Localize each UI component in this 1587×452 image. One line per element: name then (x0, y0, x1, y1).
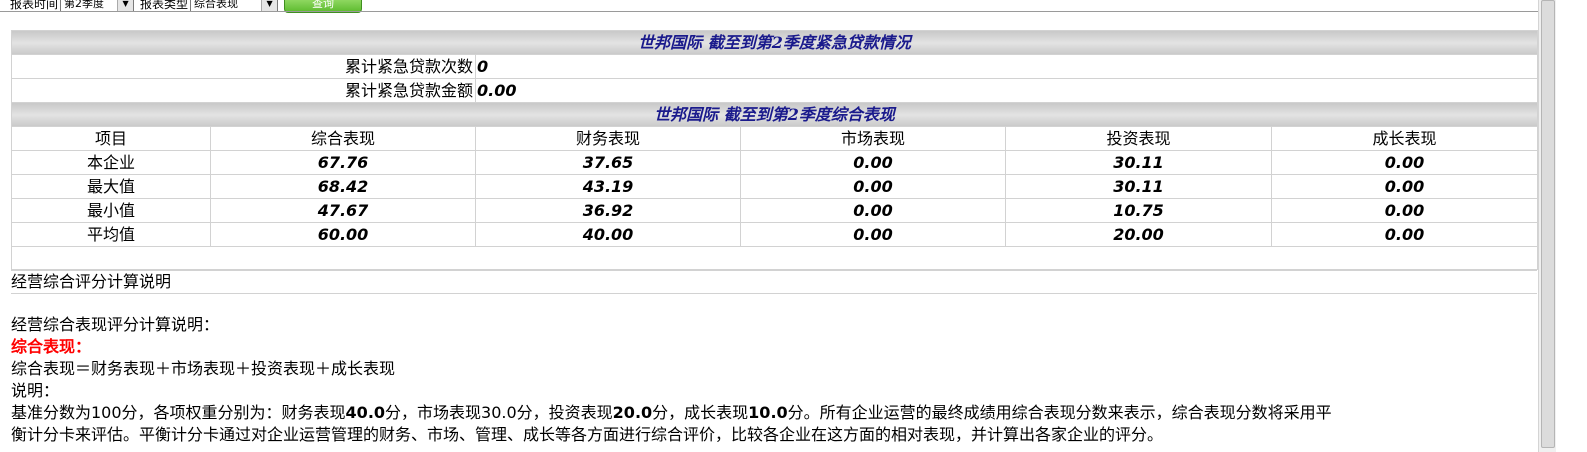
column-header: 投资表现 (1005, 126, 1272, 151)
explanation-heading: 经营综合表现评分计算说明： (11, 315, 220, 334)
column-header: 市场表现 (740, 126, 1006, 151)
divider (0, 11, 1538, 12)
table-cell: 10.75 (1005, 198, 1272, 223)
chevron-down-icon[interactable]: ▼ (261, 0, 278, 11)
formula: 综合表现＝财务表现＋市场表现＋投资表现＋成长表现 (11, 359, 396, 378)
table-cell: 43.19 (475, 174, 741, 199)
term-line: 综合表现： (11, 336, 1537, 358)
emergency-loan-title: 世邦国际 截至到第2季度紧急贷款情况 (10, 30, 1539, 55)
report-time-label: 报表时间 (10, 0, 59, 11)
table-header-row: 项目 综合表现 财务表现 市场表现 投资表现 成长表现 (11, 126, 1539, 151)
table-cell: 0.00 (740, 150, 1006, 175)
column-header: 项目 (11, 126, 211, 151)
table-row: 本企业 67.76 37.65 0.00 30.11 0.00 (11, 150, 1539, 175)
chevron-down-icon[interactable]: ▼ (117, 0, 134, 11)
table-cell: 30.11 (1005, 150, 1272, 175)
column-header: 综合表现 (210, 126, 476, 151)
explanation-section: 经营综合评分计算说明 经营综合表现评分计算说明： 综合表现： 综合表现＝财务表现… (11, 270, 1537, 446)
highlighted-term: 综合表现 (11, 337, 76, 356)
table-cell: 68.42 (210, 174, 476, 199)
paragraph-text: 分。所有企业运营的最终成绩用综合表现分数来表示，综合表现分数将采用平 (787, 403, 1332, 422)
paragraph-text: 分，市场表现30.0分，投资表现 (385, 403, 613, 422)
overall-performance-title: 世邦国际 截至到第2季度综合表现 (10, 102, 1539, 127)
vertical-scrollbar[interactable] (1538, 0, 1556, 452)
table-cell: 0.00 (1270, 174, 1539, 199)
table-cell: 30.11 (1005, 174, 1272, 199)
column-header: 财务表现 (475, 126, 741, 151)
table-cell: 0.00 (1270, 222, 1539, 247)
table-cell: 0.00 (1270, 198, 1539, 223)
table-cell: 60.00 (210, 222, 476, 247)
spacer-row (10, 246, 1539, 270)
row-label: 本企业 (11, 150, 211, 175)
paragraph-text: 基准分数为100分，各项权重分别为：财务表现 (11, 403, 346, 422)
row-label: 最大值 (11, 174, 211, 199)
table-cell: 47.67 (210, 198, 476, 223)
table-row: 最大值 68.42 43.19 0.00 30.11 0.00 (11, 174, 1539, 199)
report-type-value: 综合表现 (194, 0, 239, 10)
report-time-select[interactable]: 第2季度 ▼ (60, 0, 135, 12)
report-time-value: 第2季度 (64, 0, 105, 10)
row-label: 最小值 (11, 198, 211, 223)
table-cell: 0.00 (740, 222, 1006, 247)
table-cell: 67.76 (210, 150, 476, 175)
table-cell: 0.00 (740, 198, 1006, 223)
paragraph-text: 分，成长表现 (652, 403, 749, 422)
loan-amount-label: 累计紧急贷款金额 (11, 78, 476, 103)
note-label: 说明： (11, 381, 60, 400)
weights-paragraph: 基准分数为100分，各项权重分别为：财务表现40.0分，市场表现30.0分，投资… (11, 402, 1537, 424)
table-cell: 40.00 (475, 222, 741, 247)
finance-weight: 40.0 (345, 403, 386, 422)
window-edge (1556, 0, 1587, 452)
table-cell: 37.65 (475, 150, 741, 175)
table-cell: 36.92 (475, 198, 741, 223)
table-cell: 20.00 (1005, 222, 1272, 247)
loan-count-value: 0 (474, 54, 1539, 79)
report-type-select[interactable]: 综合表现 ▼ (190, 0, 279, 12)
table-cell: 0.00 (740, 174, 1006, 199)
column-header: 成长表现 (1270, 126, 1539, 151)
loan-count-label: 累计紧急贷款次数 (11, 54, 476, 79)
term-colon: ： (75, 337, 92, 356)
scrollbar-thumb[interactable] (1541, 0, 1555, 448)
table-cell: 0.00 (1270, 150, 1539, 175)
loan-amount-value: 0.00 (474, 78, 1539, 103)
report-table: 世邦国际 截至到第2季度紧急贷款情况 累计紧急贷款次数 0 累计紧急贷款金额 0… (10, 30, 1539, 270)
growth-weight: 10.0 (748, 403, 788, 422)
paragraph-line-2: 衡计分卡来评估。平衡计分卡通过对企业运营管理的财务、市场、管理、成长等各方面进行… (11, 425, 1164, 444)
report-type-label: 报表类型 (140, 0, 189, 11)
explanation-title: 经营综合评分计算说明 (11, 270, 1537, 294)
row-label: 平均值 (11, 222, 211, 247)
investment-weight: 20.0 (612, 403, 653, 422)
explanation-body: 经营综合表现评分计算说明： 综合表现： 综合表现＝财务表现＋市场表现＋投资表现＋… (11, 314, 1537, 446)
table-row: 平均值 60.00 40.00 0.00 20.00 0.00 (11, 222, 1539, 247)
table-row: 最小值 47.67 36.92 0.00 10.75 0.00 (11, 198, 1539, 223)
